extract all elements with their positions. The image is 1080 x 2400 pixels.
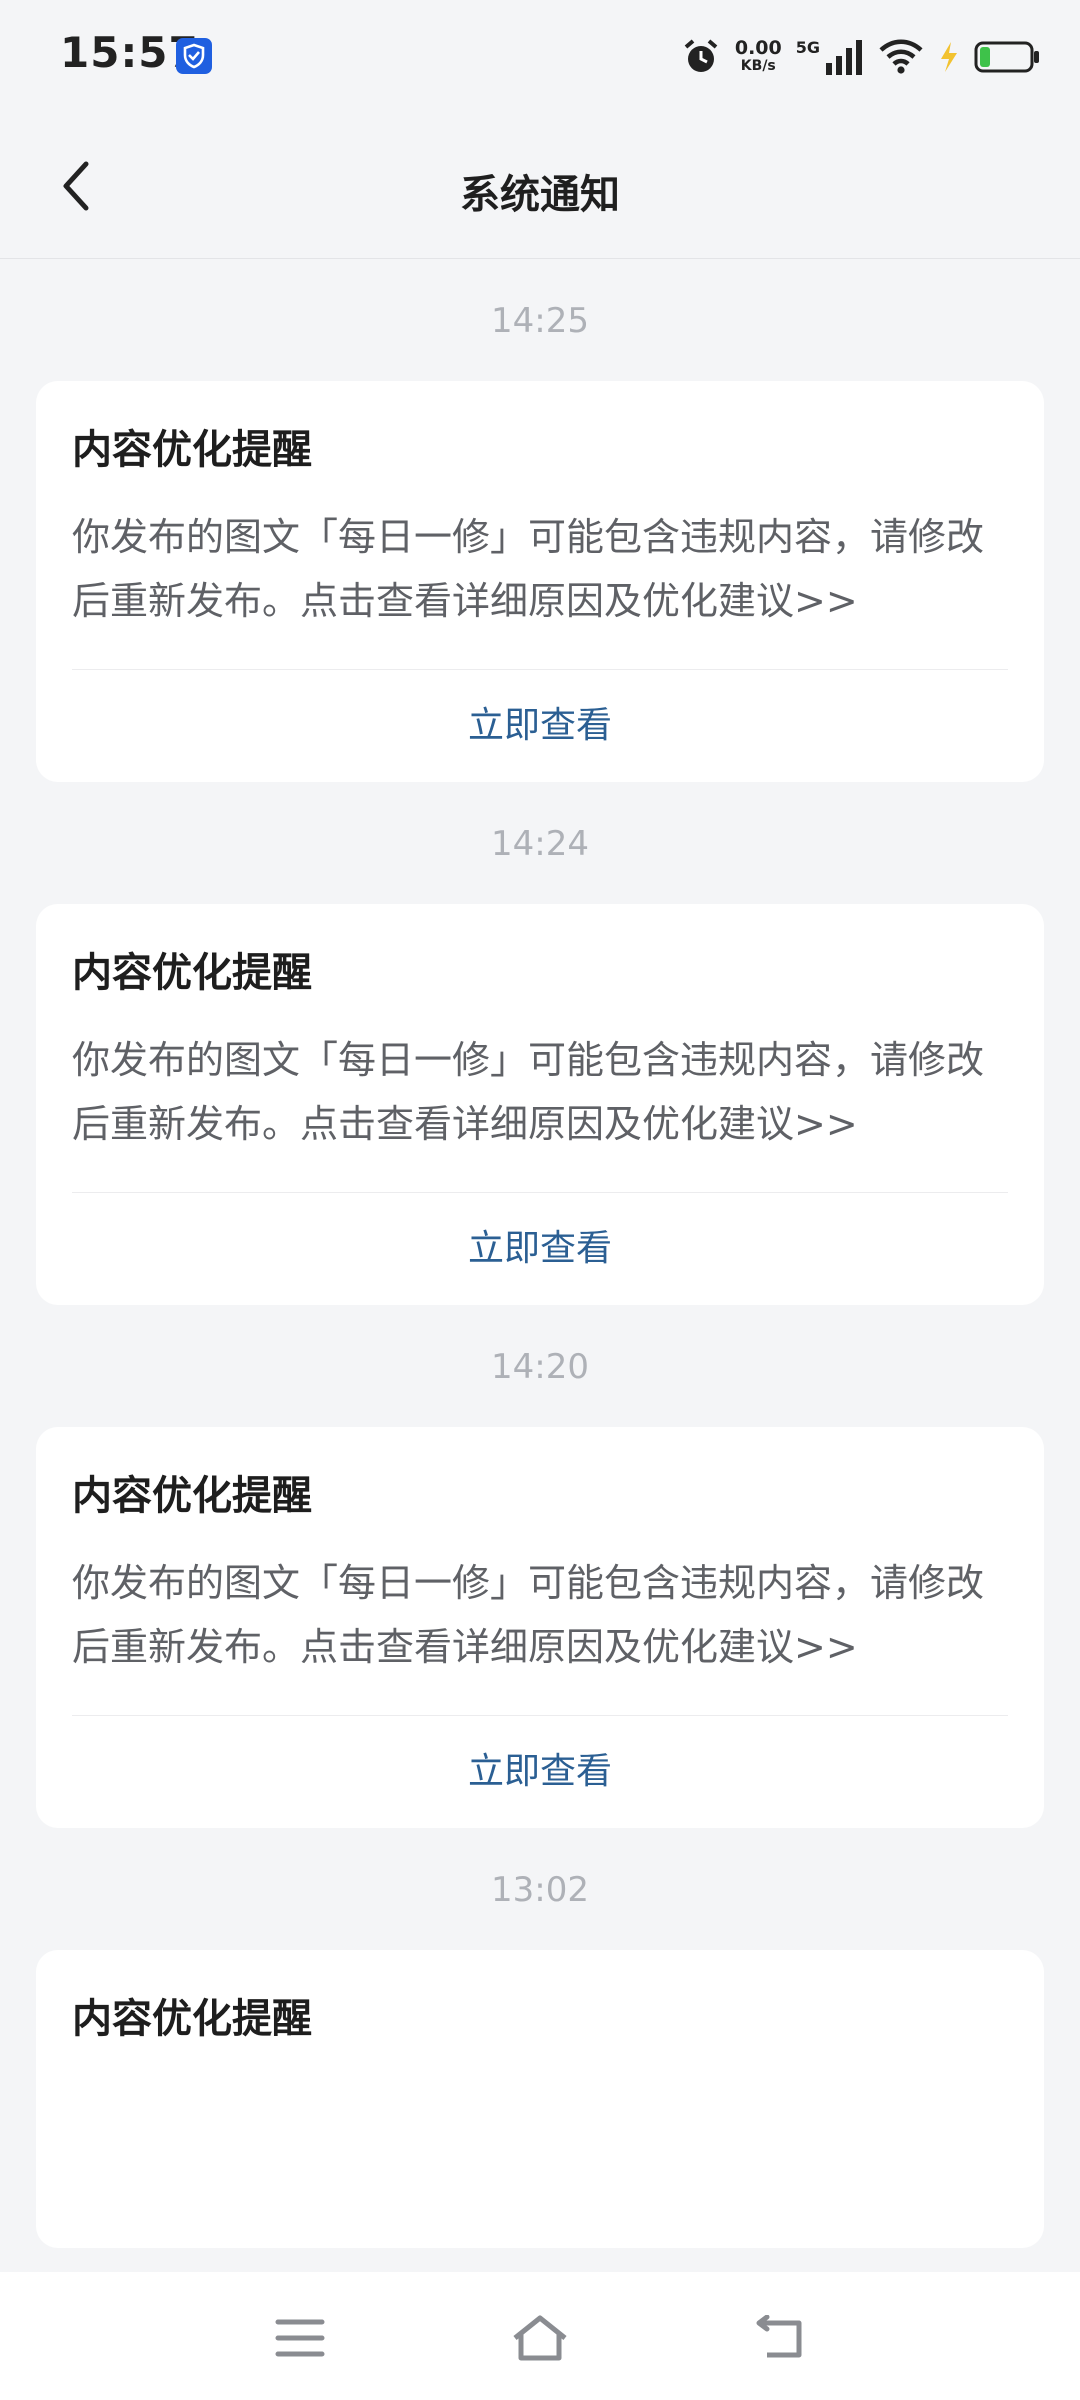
title-bar: 系统通知 (0, 118, 1080, 259)
notification-card[interactable]: 内容优化提醒 你发布的图文「每日一修」可能包含违规内容，请修改后重新发布。点击查… (36, 381, 1044, 782)
home-button[interactable] (508, 2306, 572, 2370)
notification-time: 14:20 (491, 1347, 589, 1387)
charging-icon (941, 42, 957, 72)
menu-icon (275, 2319, 325, 2357)
notification-group: 14:20 内容优化提醒 你发布的图文「每日一修」可能包含违规内容，请修改后重新… (0, 1343, 1080, 1828)
net-speed-unit: KB/s (740, 58, 776, 74)
notification-title: 内容优化提醒 (72, 427, 312, 473)
view-now-button[interactable]: 立即查看 (36, 1716, 1044, 1828)
status-bar: 15:57 0.00 KB/s 5G (0, 0, 1080, 118)
home-icon (513, 2315, 567, 2361)
notification-card[interactable]: 内容优化提醒 (36, 1950, 1044, 2248)
notification-card[interactable]: 内容优化提醒 你发布的图文「每日一修」可能包含违规内容，请修改后重新发布。点击查… (36, 904, 1044, 1305)
status-icons: 0.00 KB/s 5G (681, 34, 1040, 80)
page-title: 系统通知 (460, 172, 620, 218)
view-now-button[interactable]: 立即查看 (36, 1193, 1044, 1305)
notification-time: 14:24 (491, 824, 589, 864)
notification-title: 内容优化提醒 (72, 1996, 312, 2042)
notification-time: 14:25 (491, 301, 589, 341)
notification-list[interactable]: 14:25 内容优化提醒 你发布的图文「每日一修」可能包含违规内容，请修改后重新… (0, 259, 1080, 2252)
back-icon (756, 2315, 802, 2358)
system-navigation-bar (0, 2272, 1080, 2400)
battery-icon (974, 41, 1039, 73)
notification-time: 13:02 (491, 1870, 589, 1910)
net-speed-value: 0.00 (734, 37, 782, 59)
notification-title: 内容优化提醒 (72, 1473, 312, 1519)
notification-body[interactable]: 你发布的图文「每日一修」可能包含违规内容，请修改后重新发布。点击查看详细原因及优… (72, 1551, 1008, 1716)
signal-icon (826, 40, 862, 75)
notification-group: 13:02 内容优化提醒 (0, 1866, 1080, 2248)
notification-body[interactable]: 你发布的图文「每日一修」可能包含违规内容，请修改后重新发布。点击查看详细原因及优… (72, 1028, 1008, 1193)
notification-body[interactable]: 你发布的图文「每日一修」可能包含违规内容，请修改后重新发布。点击查看详细原因及优… (72, 505, 1008, 670)
notification-title: 内容优化提醒 (72, 950, 312, 996)
menu-button[interactable] (268, 2306, 332, 2370)
view-now-button[interactable]: 立即查看 (36, 670, 1044, 782)
network-type: 5G (795, 37, 820, 57)
back-nav-button[interactable] (748, 2306, 812, 2370)
notification-card[interactable]: 内容优化提醒 你发布的图文「每日一修」可能包含违规内容，请修改后重新发布。点击查… (36, 1427, 1044, 1828)
wifi-icon (879, 39, 923, 74)
shield-icon (176, 38, 212, 74)
notification-group: 14:24 内容优化提醒 你发布的图文「每日一修」可能包含违规内容，请修改后重新… (0, 820, 1080, 1305)
notification-group: 14:25 内容优化提醒 你发布的图文「每日一修」可能包含违规内容，请修改后重新… (0, 297, 1080, 782)
net-speed: 0.00 KB/s (735, 39, 782, 75)
alarm-icon (684, 39, 718, 72)
